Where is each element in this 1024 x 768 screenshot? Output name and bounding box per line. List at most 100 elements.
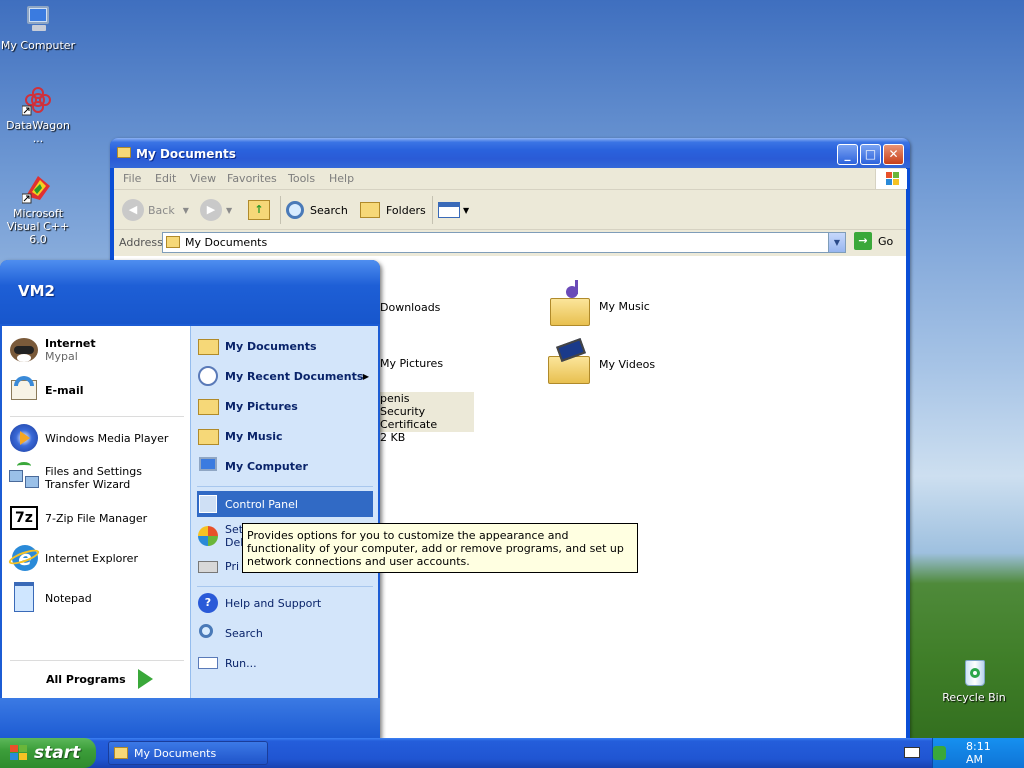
list-item[interactable]: My Pictures xyxy=(380,357,443,370)
go-arrow-icon: → xyxy=(854,232,872,250)
list-item[interactable]: penis Security Certificate 2 KB xyxy=(380,392,474,444)
start-menu: VM2 Internet Mypal E-mail Windows Media P… xyxy=(0,260,380,740)
forward-arrow-icon: ▶ xyxy=(200,199,222,221)
start-item-internet-explorer[interactable]: e Internet Explorer xyxy=(7,542,188,574)
transfer-wizard-icon xyxy=(8,462,40,494)
search-icon xyxy=(197,622,219,644)
start-menu-right-pane: My Documents My Recent Documents ▶ My Pi… xyxy=(190,326,378,698)
menu-tools[interactable]: Tools xyxy=(288,172,315,185)
folders-button[interactable]: Folders xyxy=(360,198,426,222)
7zip-icon: 7z xyxy=(8,502,40,534)
taskbar: start My Documents 8:11 AM xyxy=(0,738,1024,768)
start-menu-left-pane: Internet Mypal E-mail Windows Media Playe… xyxy=(2,326,190,698)
chevron-down-icon: ▼ xyxy=(226,205,233,215)
start-right-my-recent-documents[interactable]: My Recent Documents ▶ xyxy=(197,363,375,389)
control-panel-tooltip: Provides options for you to customize th… xyxy=(242,523,638,573)
up-folder-button[interactable]: ↑ xyxy=(248,198,270,222)
start-menu-footer xyxy=(0,698,380,740)
views-icon xyxy=(438,202,460,218)
visual-cpp-icon xyxy=(21,172,54,204)
back-arrow-icon: ◀ xyxy=(122,199,144,221)
up-folder-icon: ↑ xyxy=(248,200,270,220)
search-icon xyxy=(286,201,304,219)
start-right-my-music[interactable]: My Music xyxy=(197,423,375,449)
minimize-button[interactable]: _ xyxy=(837,144,858,165)
start-item-notepad[interactable]: Notepad xyxy=(8,582,188,614)
list-item[interactable]: My Videos xyxy=(546,338,655,386)
folder-icon xyxy=(114,747,128,759)
desktop-icon-datawagon[interactable]: DataWagon ... xyxy=(0,84,76,145)
list-item[interactable]: My Music xyxy=(548,280,650,326)
start-item-email[interactable]: E-mail xyxy=(8,374,188,406)
chevron-down-icon: ▼ xyxy=(182,205,189,215)
menu-view[interactable]: View xyxy=(190,172,216,185)
start-right-my-documents[interactable]: My Documents xyxy=(197,333,375,359)
keyboard-icon[interactable] xyxy=(904,747,920,758)
menu-bar: File Edit View Favorites Tools Help xyxy=(114,168,907,190)
start-right-search[interactable]: Search xyxy=(197,620,375,646)
help-icon: ? xyxy=(197,592,219,614)
folders-icon xyxy=(360,202,380,218)
start-item-files-settings-transfer[interactable]: Files and Settings Transfer Wizard xyxy=(8,462,188,494)
recent-documents-icon xyxy=(197,365,219,387)
desktop-icon-visual-cpp[interactable]: Microsoft Visual C++ 6.0 xyxy=(0,172,76,246)
start-button[interactable]: start xyxy=(0,738,96,768)
documents-folder-icon xyxy=(197,335,219,357)
desktop-icon-my-computer[interactable]: My Computer xyxy=(0,4,76,52)
menu-favorites[interactable]: Favorites xyxy=(227,172,277,185)
start-right-my-pictures[interactable]: My Pictures xyxy=(197,393,375,419)
start-item-7zip[interactable]: 7z 7-Zip File Manager xyxy=(8,502,188,534)
start-menu-header: VM2 xyxy=(0,260,380,324)
desktop-icon-recycle-bin[interactable]: Recycle Bin xyxy=(936,656,1012,704)
music-folder-icon xyxy=(548,280,592,326)
start-right-run[interactable]: Run... xyxy=(197,650,375,676)
internet-explorer-icon: e xyxy=(7,542,41,574)
start-item-internet[interactable]: Internet Mypal xyxy=(8,334,188,366)
datawagon-icon xyxy=(21,84,54,116)
close-button[interactable]: ✕ xyxy=(883,144,904,165)
address-dropdown-button[interactable]: ▼ xyxy=(828,233,845,252)
desktop-icon-label: Recycle Bin xyxy=(942,691,1006,704)
maximize-icon: □ xyxy=(864,147,877,161)
program-access-icon xyxy=(197,525,219,547)
recycle-bin-icon xyxy=(958,656,990,688)
printer-icon xyxy=(197,555,219,577)
clock[interactable]: 8:11 AM xyxy=(966,740,1008,766)
system-tray: 8:11 AM xyxy=(932,738,1024,768)
close-icon: ✕ xyxy=(888,147,899,161)
run-icon xyxy=(197,652,219,674)
menu-help[interactable]: Help xyxy=(329,172,354,185)
network-icon[interactable] xyxy=(933,746,946,760)
pictures-folder-icon xyxy=(197,395,219,417)
search-button[interactable]: Search xyxy=(286,198,348,222)
menu-edit[interactable]: Edit xyxy=(155,172,176,185)
email-icon xyxy=(8,374,40,406)
window-title: My Documents xyxy=(136,147,236,161)
desktop-icon-label: Microsoft Visual C++ 6.0 xyxy=(6,207,70,246)
video-folder-icon xyxy=(546,338,592,386)
computer-icon xyxy=(22,4,54,36)
toolbar: ◀ Back ▼ ▶ ▼ ↑ Search Folders ▼ xyxy=(114,190,906,230)
maximize-button[interactable]: □ xyxy=(860,144,881,165)
go-button[interactable]: → Go xyxy=(854,232,893,250)
address-bar: Address My Documents ▼ → Go xyxy=(114,230,906,255)
start-right-control-panel[interactable]: Control Panel xyxy=(197,491,373,517)
list-item[interactable]: Downloads xyxy=(380,301,440,314)
minimize-icon: _ xyxy=(844,147,851,161)
mypal-icon xyxy=(8,334,40,366)
windows-logo-icon xyxy=(875,169,907,189)
all-programs-button[interactable]: All Programs xyxy=(46,669,153,689)
menu-file[interactable]: File xyxy=(123,172,141,185)
start-right-my-computer[interactable]: My Computer xyxy=(197,453,375,479)
start-item-windows-media-player[interactable]: Windows Media Player xyxy=(8,422,188,454)
folder-icon xyxy=(166,236,180,248)
user-name: VM2 xyxy=(18,282,55,300)
taskbar-item-my-documents[interactable]: My Documents xyxy=(108,741,268,765)
arrow-right-icon xyxy=(137,669,153,689)
back-button[interactable]: ◀ Back ▼ xyxy=(122,198,189,222)
title-bar[interactable]: My Documents _ □ ✕ xyxy=(110,138,910,168)
start-right-help-support[interactable]: ? Help and Support xyxy=(197,590,375,616)
address-input[interactable]: My Documents ▼ xyxy=(162,232,846,253)
forward-button[interactable]: ▶ ▼ xyxy=(200,198,232,222)
views-button[interactable]: ▼ xyxy=(438,198,469,222)
